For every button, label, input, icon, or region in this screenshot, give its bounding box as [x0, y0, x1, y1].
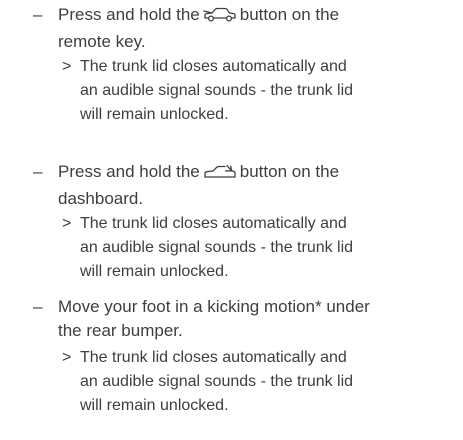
result-text: The trunk lid closes automatically and a…	[80, 55, 455, 127]
result-line-2: an audible signal sounds - the trunk lid	[80, 82, 354, 99]
car-trunk-open-icon	[203, 6, 237, 30]
step-text-after: button on the	[239, 162, 340, 181]
result-marker: >	[62, 349, 72, 366]
result-line-2: an audible signal sounds - the trunk lid	[80, 373, 354, 390]
result-marker: >	[62, 215, 72, 232]
step-dash: –	[33, 162, 43, 181]
step-dash: –	[33, 5, 43, 24]
step-text: Move your foot in a kicking motion* unde…	[58, 295, 453, 343]
trunk-close-icon	[203, 163, 237, 187]
result-line-3: will remain unlocked.	[80, 263, 229, 280]
step-line-2: the rear bumper.	[58, 321, 183, 340]
result-line-1: The trunk lid closes automatically and	[80, 58, 347, 75]
result-line-1: The trunk lid closes automatically and	[80, 349, 347, 366]
step-text: Press and hold the button on the dashboa…	[58, 160, 453, 211]
result-text: The trunk lid closes automatically and a…	[80, 212, 455, 284]
step-line-2: remote key.	[58, 32, 146, 51]
result-line-3: will remain unlocked.	[80, 397, 229, 414]
step-text-before: Press and hold the	[58, 162, 200, 181]
result-line-2: an audible signal sounds - the trunk lid	[80, 239, 354, 256]
result-line-3: will remain unlocked.	[80, 106, 229, 123]
step-dash: –	[33, 297, 43, 316]
result-text: The trunk lid closes automatically and a…	[80, 346, 455, 418]
instruction-list: – Press and hold the button on the remot…	[0, 0, 463, 440]
result-marker: >	[62, 58, 72, 75]
step-text-after: button on the	[239, 5, 340, 24]
step-line-2: dashboard.	[58, 189, 144, 208]
step-text: Press and hold the button on the remote …	[58, 3, 453, 54]
step-line-1: Press and hold the button on the	[58, 3, 453, 30]
step-line-1: Move your foot in a kicking motion* unde…	[58, 297, 370, 316]
result-line-1: The trunk lid closes automatically and	[80, 215, 347, 232]
step-text-before: Press and hold the	[58, 5, 200, 24]
step-line-1: Press and hold the button on the	[58, 160, 453, 187]
